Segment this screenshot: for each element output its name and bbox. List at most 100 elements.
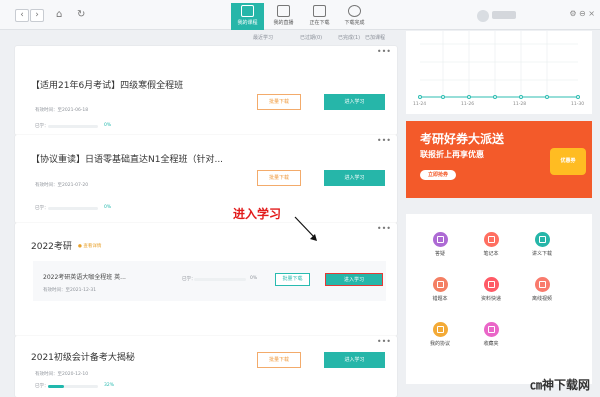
course-title: 【协议重读】日语零基础直达N1全程班（针对...	[31, 155, 224, 165]
progress-value: 0%	[104, 205, 112, 210]
delivery-icon	[483, 277, 499, 292]
mistake-book-icon	[432, 277, 448, 292]
live-icon	[277, 5, 290, 17]
forward-button[interactable]: ›	[30, 9, 44, 22]
promo-button[interactable]: 立即抢券	[420, 170, 456, 180]
more-icon[interactable]: •••	[377, 137, 391, 145]
chart-point	[545, 95, 549, 99]
study-chart-panel: 11-24 11-26 11-28 11-30	[406, 31, 592, 114]
favorite-icon	[483, 322, 499, 337]
avatar[interactable]	[477, 10, 489, 22]
promo-subheading: 联报折上再享优惠	[420, 150, 484, 159]
download-icon	[534, 232, 550, 247]
watermark-text: ㎝神下载网	[530, 378, 591, 392]
top-toolbar: ‹ › ⌂ ↻ 我的课程 我的直播 正在下载 下载完成 ⚙ ⊖ ×	[0, 0, 600, 30]
question-icon	[432, 232, 448, 247]
course-card[interactable]: ••• 2022考研 ● 查看详情 2022考研英语大咖全程班 英... 有效时…	[15, 223, 397, 336]
course-card[interactable]: ••• 2021初级会计备考大揭秘 有效时间：至2020-12-10 已学： 3…	[15, 336, 397, 397]
tab-downloading[interactable]: 正在下载	[303, 3, 336, 30]
course-card[interactable]: ••• 【适用21年6月考试】四级寒假全程班 有效时间：至2021-06-18 …	[15, 46, 397, 135]
chart-point	[418, 95, 422, 99]
monitor-icon	[241, 5, 254, 17]
chart-point	[519, 95, 523, 99]
more-icon[interactable]: •••	[377, 225, 391, 233]
feature-favorites[interactable]: 收藏夹	[476, 322, 506, 347]
more-icon[interactable]: •••	[377, 338, 391, 346]
enter-study-button[interactable]: 进入学习	[324, 94, 385, 110]
chart-grid	[420, 31, 578, 96]
check-circle-icon	[348, 5, 361, 17]
progress-label: 已学：	[35, 124, 49, 129]
course-card[interactable]: ••• 【协议重读】日语零基础直达N1全程班（针对... 有效时间：至2021-…	[15, 135, 397, 223]
enter-study-button[interactable]: 进入学习	[324, 352, 385, 368]
minimize-icon[interactable]: ⊖	[579, 9, 586, 18]
subtab-recent[interactable]: 最近学习	[253, 34, 273, 41]
tab-my-live[interactable]: 我的直播	[267, 3, 300, 30]
enter-study-button[interactable]: 进入学习	[324, 170, 385, 186]
annotation-label: 进入学习	[233, 207, 282, 221]
progress-value: 32%	[104, 383, 115, 388]
subtab-expired[interactable]: 已过期(0)	[300, 34, 322, 41]
subtab-added[interactable]: 已加课程	[365, 34, 385, 41]
settings-icon[interactable]: ⚙	[569, 9, 576, 18]
feature-mistake-book[interactable]: 错题本	[425, 277, 455, 302]
course-expiry: 有效时间：至2021-06-18	[35, 108, 89, 113]
promo-heading: 考研好券大派送	[420, 132, 505, 146]
username-placeholder	[492, 11, 516, 19]
progress-track	[48, 207, 98, 210]
feature-my-agreement[interactable]: 我的协议	[425, 322, 455, 347]
badge-dot-icon: ●	[78, 244, 82, 249]
chart-date-label: 11-26	[461, 101, 474, 107]
feature-grid: 答疑 笔记本 讲义下载 错题本 资料快递 离线视频 我的协议 收藏夹	[406, 214, 592, 384]
close-icon[interactable]: ×	[588, 9, 595, 18]
batch-download-button[interactable]: 批量下载	[257, 94, 301, 110]
progress-label: 已学：	[35, 206, 49, 211]
tab-downloaded[interactable]: 下载完成	[338, 3, 371, 30]
agreement-icon	[432, 322, 448, 337]
feature-material-delivery[interactable]: 资料快递	[476, 277, 506, 302]
annotation-arrow	[294, 216, 317, 241]
batch-download-button[interactable]: 批量下载	[257, 352, 301, 368]
chart-date-label: 11-28	[513, 101, 526, 107]
batch-download-button[interactable]: 批量下载	[257, 170, 301, 186]
video-icon	[534, 277, 550, 292]
course-expiry: 有效时间：至2021-07-20	[35, 183, 89, 188]
feature-notebook[interactable]: 笔记本	[476, 232, 506, 257]
download-icon	[313, 5, 326, 17]
chart-point	[493, 95, 497, 99]
course-title: 【适用21年6月考试】四级寒假全程班	[31, 81, 184, 91]
course-expiry: 有效时间：至2021-12-31	[43, 288, 97, 293]
notebook-icon	[483, 232, 499, 247]
detail-badge[interactable]: ● 查看详情	[78, 243, 101, 249]
progress-fill	[48, 385, 64, 388]
tab-my-courses[interactable]: 我的课程	[231, 3, 264, 30]
refresh-icon[interactable]: ↻	[77, 9, 85, 21]
course-title: 2021初级会计备考大揭秘	[31, 353, 135, 363]
coupon-badge: 优惠券	[550, 148, 586, 175]
chart-date-label: 11-24	[413, 101, 426, 107]
tab-label: 我的课程	[237, 20, 258, 26]
home-icon[interactable]: ⌂	[56, 9, 62, 21]
progress-track	[48, 125, 98, 128]
progress-track	[194, 278, 246, 281]
batch-download-button[interactable]: 批量下载	[275, 273, 310, 286]
progress-value: 0%	[104, 123, 112, 128]
chart-point	[467, 95, 471, 99]
back-button[interactable]: ‹	[15, 9, 29, 22]
course-expiry: 有效时间：至2020-12-10	[35, 372, 89, 377]
progress-label: 已学：	[35, 384, 49, 389]
tab-label: 下载完成	[344, 20, 365, 26]
chart-point	[441, 95, 445, 99]
feature-offline-video[interactable]: 离线视频	[527, 277, 557, 302]
feature-answer[interactable]: 答疑	[425, 232, 455, 257]
tab-label: 正在下载	[309, 20, 330, 26]
feature-handout-download[interactable]: 讲义下载	[527, 232, 557, 257]
enter-study-button[interactable]: 进入学习	[325, 273, 383, 286]
more-icon[interactable]: •••	[377, 48, 391, 56]
window-controls: ⚙ ⊖ ×	[569, 9, 595, 18]
course-subtitle: 2022考研英语大咖全程班 英...	[43, 274, 126, 281]
chart-point	[576, 95, 580, 99]
progress-value: 0%	[250, 276, 258, 281]
subtab-completed[interactable]: 已完成(1)	[338, 34, 360, 41]
promo-banner[interactable]: 考研好券大派送 联报折上再享优惠 立即抢券 优惠券	[406, 121, 592, 198]
